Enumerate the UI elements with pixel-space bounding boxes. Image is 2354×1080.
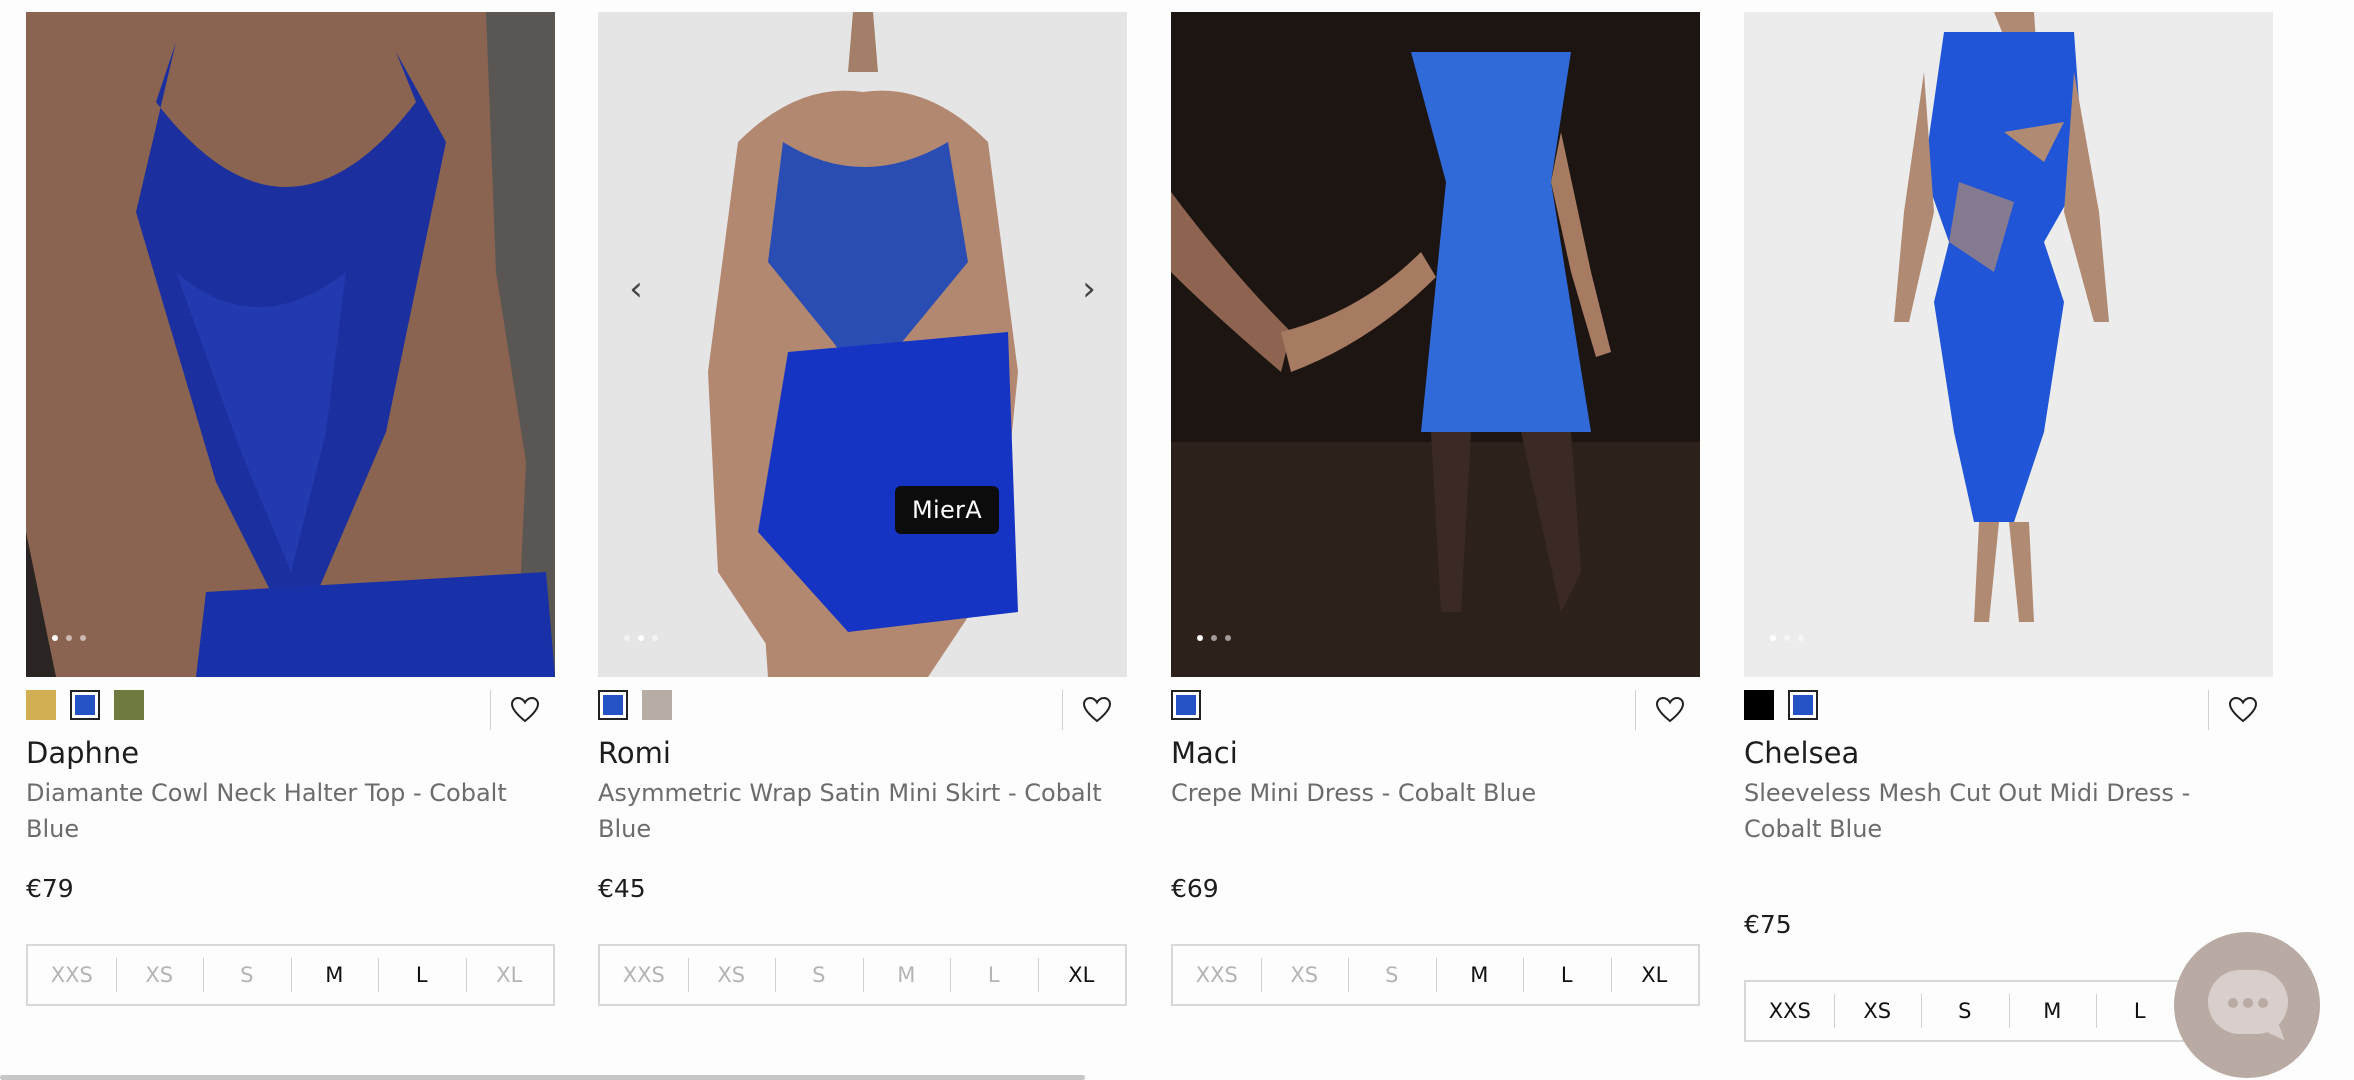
size-option[interactable]: XXS — [1746, 982, 1834, 1040]
carousel-dot[interactable] — [1798, 635, 1804, 641]
color-swatches — [1171, 690, 1201, 720]
carousel-dot[interactable] — [1770, 635, 1776, 641]
product-description[interactable]: Asymmetric Wrap Satin Mini Skirt - Cobal… — [598, 775, 1127, 847]
heart-icon — [1083, 697, 1111, 723]
chevron-right-icon[interactable]: › — [1074, 272, 1104, 306]
carousel-dot[interactable] — [652, 635, 658, 641]
wishlist-button[interactable] — [1062, 690, 1127, 730]
size-option[interactable]: XS — [1260, 946, 1349, 1004]
size-option[interactable]: S — [1921, 982, 2009, 1040]
swatch-black[interactable] — [1744, 690, 1774, 720]
product-name[interactable]: Chelsea — [1744, 736, 1859, 770]
wishlist-button[interactable] — [1635, 690, 1700, 730]
size-option[interactable]: XS — [687, 946, 776, 1004]
size-option[interactable]: XXS — [600, 946, 688, 1004]
product-price: €45 — [598, 874, 646, 903]
product-name[interactable]: Maci — [1171, 736, 1238, 770]
heart-icon — [2229, 697, 2257, 723]
size-option[interactable]: S — [1348, 946, 1436, 1004]
size-option[interactable]: M — [1435, 946, 1524, 1004]
product-price: €79 — [26, 874, 74, 903]
carousel-dots — [1197, 635, 1231, 641]
product-image[interactable]: ‹ › MierA — [598, 12, 1127, 677]
size-option[interactable]: L — [378, 946, 466, 1004]
carousel-dot[interactable] — [624, 635, 630, 641]
heart-icon — [511, 697, 539, 723]
wishlist-button[interactable] — [2208, 690, 2273, 730]
size-selector: XXS XS S M L XL — [26, 944, 555, 1006]
swatch-cobalt-blue[interactable] — [598, 690, 628, 720]
swatch-taupe[interactable] — [642, 690, 672, 720]
size-option[interactable]: L — [950, 946, 1038, 1004]
product-description[interactable]: Sleeveless Mesh Cut Out Midi Dress - Cob… — [1744, 775, 2273, 847]
carousel-dots — [52, 635, 86, 641]
size-option[interactable]: XS — [115, 946, 204, 1004]
size-option[interactable]: XL — [465, 946, 554, 1004]
size-option[interactable]: L — [2096, 982, 2184, 1040]
product-image[interactable] — [26, 12, 555, 677]
carousel-dot[interactable] — [52, 635, 58, 641]
size-selector: XXS XS S M L XL — [1171, 944, 1700, 1006]
chevron-left-icon[interactable]: ‹ — [621, 272, 651, 306]
product-image[interactable] — [1744, 12, 2273, 677]
horizontal-scrollbar[interactable] — [0, 1075, 1085, 1080]
size-option[interactable]: S — [203, 946, 291, 1004]
size-option[interactable]: L — [1523, 946, 1611, 1004]
carousel-dot[interactable] — [638, 635, 644, 641]
carousel-dot[interactable] — [80, 635, 86, 641]
carousel-dot[interactable] — [66, 635, 72, 641]
product-name[interactable]: Romi — [598, 736, 671, 770]
size-option[interactable]: XXS — [1173, 946, 1261, 1004]
carousel-dot[interactable] — [1197, 635, 1203, 641]
size-option[interactable]: M — [290, 946, 379, 1004]
swatch-cobalt-blue[interactable] — [70, 690, 100, 720]
product-description[interactable]: Diamante Cowl Neck Halter Top - Cobalt B… — [26, 775, 555, 847]
heart-icon — [1656, 697, 1684, 723]
carousel-dot[interactable] — [1784, 635, 1790, 641]
size-selector: XXS XS S M L XL — [598, 944, 1127, 1006]
size-option[interactable]: XL — [1037, 946, 1126, 1004]
product-price: €69 — [1171, 874, 1219, 903]
swatch-cobalt-blue[interactable] — [1171, 690, 1201, 720]
carousel-dots — [624, 635, 658, 641]
swatch-cobalt-blue[interactable] — [1788, 690, 1818, 720]
carousel-dot[interactable] — [1225, 635, 1231, 641]
size-option[interactable]: M — [2008, 982, 2097, 1040]
product-price: €75 — [1744, 910, 1792, 939]
size-option[interactable]: XS — [1833, 982, 1922, 1040]
size-option[interactable]: XXS — [28, 946, 116, 1004]
swatch-gold[interactable] — [26, 690, 56, 720]
carousel-dots — [1770, 635, 1804, 641]
product-name[interactable]: Daphne — [26, 736, 139, 770]
size-option[interactable]: M — [862, 946, 951, 1004]
color-swatches — [1744, 690, 1818, 720]
carousel-dot[interactable] — [1211, 635, 1217, 641]
image-tag-label: MierA — [895, 486, 999, 534]
wishlist-button[interactable] — [490, 690, 555, 730]
size-option[interactable]: XL — [1610, 946, 1699, 1004]
chat-button[interactable] — [2174, 932, 2320, 1078]
swatch-olive[interactable] — [114, 690, 144, 720]
size-option[interactable]: S — [775, 946, 863, 1004]
color-swatches — [598, 690, 672, 720]
color-swatches — [26, 690, 144, 720]
chat-bubble-icon — [2208, 970, 2288, 1034]
product-description[interactable]: Crepe Mini Dress - Cobalt Blue — [1171, 775, 1700, 811]
product-image[interactable] — [1171, 12, 1700, 677]
